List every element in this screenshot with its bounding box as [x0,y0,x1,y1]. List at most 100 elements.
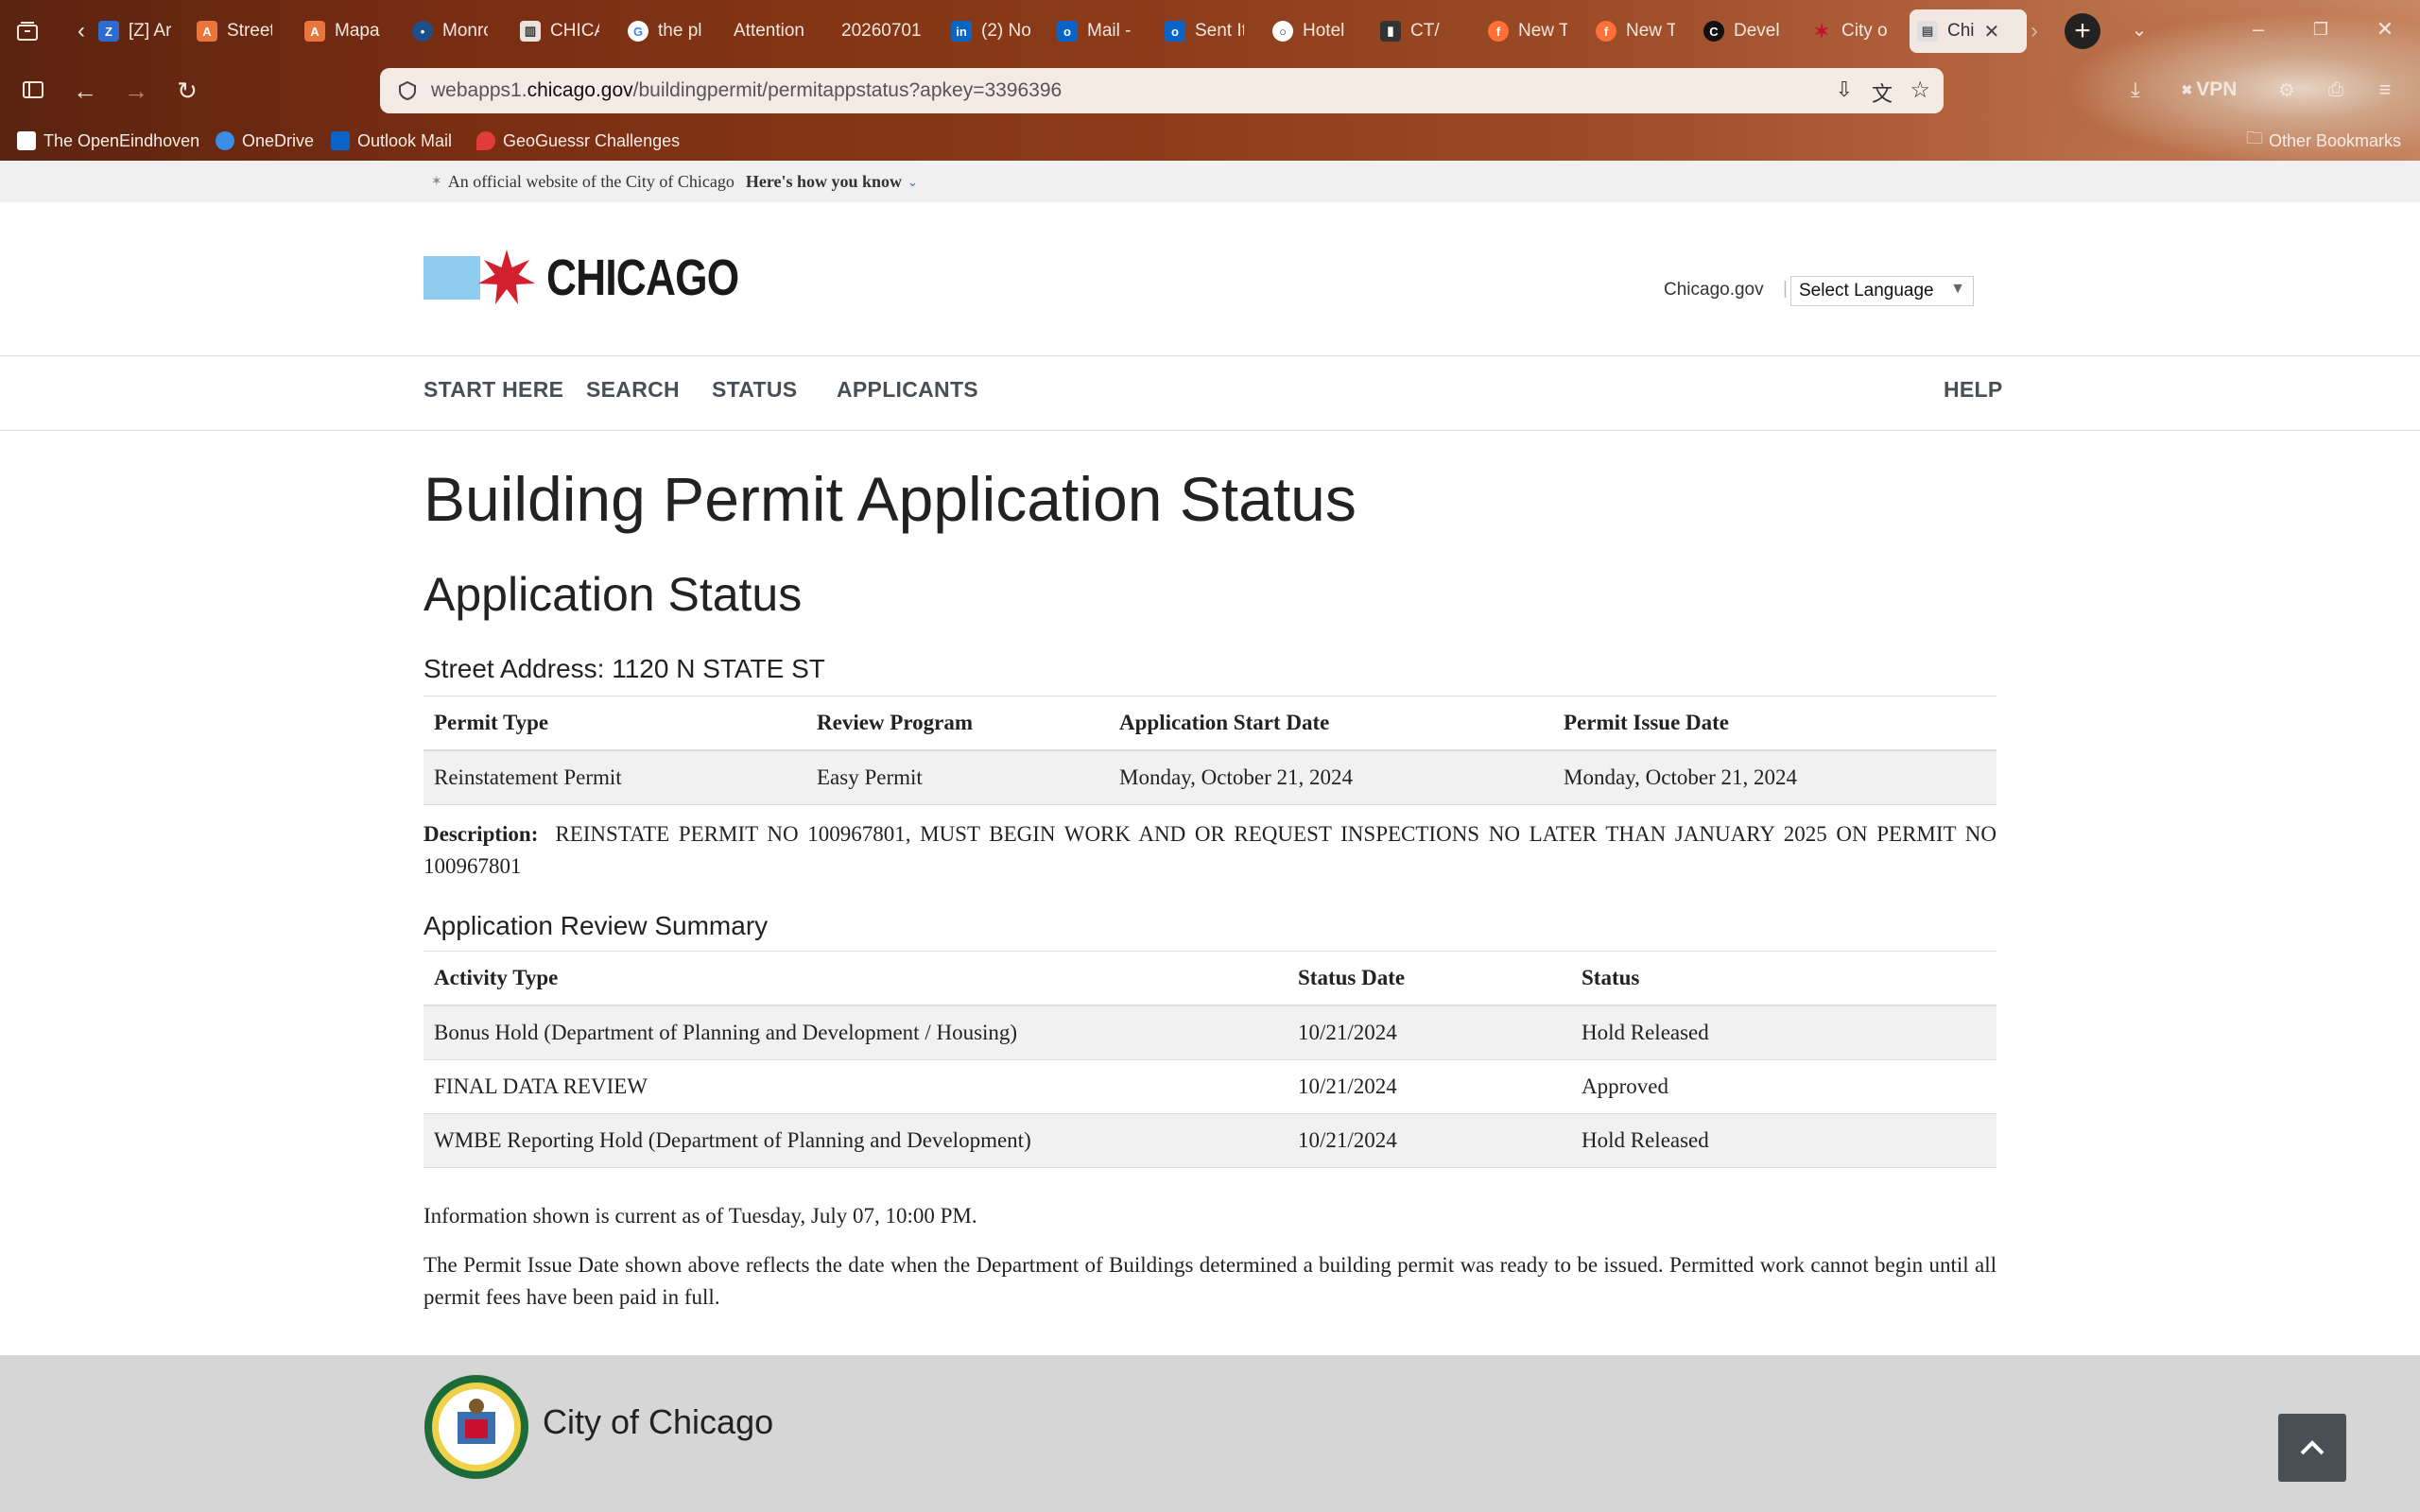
tab-8[interactable]: 20260701 [841,9,921,53]
tab-4[interactable]: •Monro [412,9,488,53]
column-header: Status Date [1288,951,1571,1006]
status-date-cell: 10/21/2024 [1288,1113,1571,1168]
menu-icon[interactable]: ≡ [2371,76,2399,104]
extension-icon[interactable]: ⚙ [2273,76,2301,104]
chevron-down-icon[interactable]: ⌄ [908,175,918,190]
close-window-icon[interactable]: ✕ [2371,15,2399,43]
chicago-logo[interactable]: CHICAGO [424,248,781,308]
official-text: An official website of the City of Chica… [447,172,735,191]
page-title: Building Permit Application Status [424,464,1357,534]
column-header: Review Program [806,696,1109,751]
vpn-button[interactable]: ✖ VPN [2174,76,2244,104]
column-header: Permit Issue Date [1553,696,1996,751]
translate-page-icon[interactable]: 文 [1872,77,1893,108]
page-icon [17,131,36,150]
table-row: Reinstatement Permit Easy Permit Monday,… [424,750,1996,805]
section-title: Application Status [424,568,803,621]
bookmark-geoguessr[interactable]: GeoGuessr Challenges [476,127,680,155]
back-to-top-button[interactable] [2278,1414,2346,1482]
minimize-icon[interactable]: – [2244,15,2273,43]
bookmark-onedrive[interactable]: OneDrive [216,127,314,155]
new-tab-button[interactable]: + [2065,13,2100,49]
tab-1[interactable]: Z [Z] Ar [98,9,174,53]
language-select[interactable]: Select Language ▼ [1790,276,1974,306]
bookmark-openeindhoven[interactable]: The OpenEindhoven [17,127,199,155]
flag-stripe [424,256,480,300]
tab-17[interactable]: ✶ City o [1811,9,1891,53]
tab-9[interactable]: in (2) No [951,9,1030,53]
tab-13[interactable]: ▮ CT/ [1380,9,1460,53]
site-info-icon[interactable] [397,80,418,101]
description: Description: REINSTATE PERMIT NO 10096780… [424,818,1996,883]
folder-icon: 🗀 [2246,129,2263,147]
footer-title: City of Chicago [543,1402,774,1441]
tab-2[interactable]: A Street [197,9,272,53]
tab-7[interactable]: Attention [734,9,813,53]
language-select-label: Select Language [1799,281,1934,301]
firefox-icon: f [1488,21,1509,42]
tab-manager-icon[interactable] [13,17,42,45]
tab-active[interactable]: ▤ Chi ✕ [1910,9,2027,53]
status-cell: Hold Released [1571,1005,1996,1060]
pin-icon [476,131,495,150]
downloads-icon[interactable]: ⤓ [2121,76,2150,104]
start-date-cell: Monday, October 21, 2024 [1109,750,1553,805]
firefox-icon: f [1596,21,1616,42]
scroll-tabs-left-icon[interactable]: ‹ [70,17,93,45]
translate-icon: A [304,21,325,42]
outlook-icon: o [1057,21,1078,42]
forward-icon[interactable]: → [121,76,151,106]
tab-10[interactable]: o Mail - [1057,9,1136,53]
c-icon: C [1703,21,1724,42]
bookmark-outlook-mail[interactable]: Outlook Mail [331,127,452,155]
tab-16[interactable]: C Devel [1703,9,1783,53]
tab-11[interactable]: o Sent It [1165,9,1244,53]
reload-icon[interactable]: ↻ [172,76,202,106]
tab-5[interactable]: ▥CHICA [520,9,599,53]
url-path: /buildingpermit/permitappstatus?apkey=33… [632,79,1063,101]
url-bar[interactable]: webapps1.chicago.gov/buildingpermit/perm… [380,68,1944,113]
scroll-tabs-right-icon[interactable]: › [2023,17,2046,45]
install-app-icon[interactable]: ⇩ [1836,77,1853,102]
url-text: webapps1.chicago.gov/buildingpermit/perm… [431,79,1062,102]
status-date-cell: 10/21/2024 [1288,1005,1571,1060]
review-program-cell: Easy Permit [806,750,1109,805]
other-bookmarks[interactable]: 🗀 Other Bookmarks [2246,127,2401,155]
nav-start-here[interactable]: START HERE [424,377,563,403]
heres-how-you-know-link[interactable]: Here's how you know [746,172,902,192]
tab-6[interactable]: Gthe pl [628,9,709,53]
nav-search[interactable]: SEARCH [586,377,680,403]
google-icon: G [628,21,648,42]
close-tab-icon[interactable]: ✕ [1984,20,2000,43]
tab-14[interactable]: f New T [1488,9,1567,53]
bookmark-star-icon[interactable]: ☆ [1910,77,1930,104]
back-icon[interactable]: ← [70,76,100,106]
tab-15[interactable]: f New T [1596,9,1675,53]
review-table: Activity Type Status Date Status Bonus H… [424,951,1996,1168]
nav-status[interactable]: STATUS [712,377,797,403]
share-icon[interactable]: ⎙ [2322,76,2350,104]
chicago-gov-link[interactable]: Chicago.gov [1664,280,1764,301]
nav-help[interactable]: HELP [1944,377,2003,403]
outlook-icon: o [1165,21,1185,42]
tab-3[interactable]: A Mapa [304,9,380,53]
sidebar-toggle-icon[interactable] [19,76,47,104]
issue-date-cell: Monday, October 21, 2024 [1553,750,1996,805]
globe-icon: • [412,21,433,42]
vpn-icon: ✖ [2181,81,2193,97]
main-nav: START HERE SEARCH STATUS APPLICANTS HELP [0,356,2420,431]
table-row: Bonus Hold (Department of Planning and D… [424,1005,1996,1060]
permit-type-cell: Reinstatement Permit [424,750,806,805]
globe-icon: ○ [1272,21,1293,42]
chicago-star-icon [478,249,535,304]
tab-list-chevron-icon[interactable]: ⌄ [2125,15,2153,43]
logo-text: CHICAGO [546,249,739,306]
street-address-value: 1120 N STATE ST [612,654,825,683]
header-separator: | [1783,279,1788,299]
activity-type-cell: Bonus Hold (Department of Planning and D… [424,1005,1288,1060]
restore-icon[interactable]: ❐ [2307,15,2335,43]
nav-applicants[interactable]: APPLICANTS [837,377,978,403]
column-header: Application Start Date [1109,696,1553,751]
tab-12[interactable]: ○ Hotel [1272,9,1352,53]
description-label: Description: [424,822,539,846]
